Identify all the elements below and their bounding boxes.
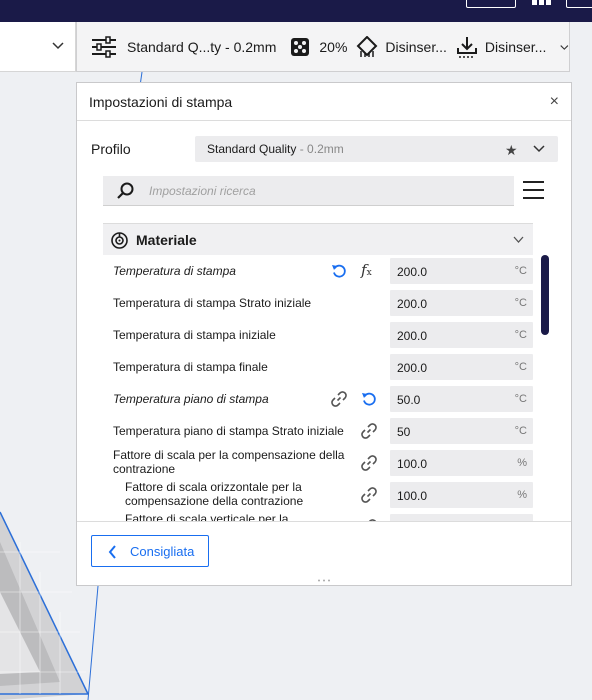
setting-field[interactable]: 200.0 °C bbox=[390, 322, 533, 348]
recommended-label: Consigliata bbox=[130, 544, 195, 559]
reset-icon[interactable] bbox=[361, 391, 377, 407]
setting-row-bed-temperature: Temperatura piano di stampa 50.0 °C bbox=[103, 383, 533, 415]
setting-row-scale-factor-shrinkage: Fattore di scala per la compensazione de… bbox=[103, 447, 533, 479]
print-settings-panel: Impostazioni di stampa × Profilo Standar… bbox=[76, 82, 572, 586]
setting-row-print-temperature: Temperatura di stampa fx 200.0 °C bbox=[103, 255, 533, 287]
setting-field[interactable]: 200.0 °C bbox=[390, 354, 533, 380]
setting-unit: °C bbox=[514, 393, 527, 405]
setting-value: 50 bbox=[397, 425, 411, 439]
chevron-left-icon bbox=[108, 545, 116, 559]
setting-row-scale-factor-z: Fattore di scala verticale per la bbox=[103, 511, 533, 521]
link-icon[interactable] bbox=[331, 391, 347, 407]
printer-selector[interactable] bbox=[0, 22, 76, 72]
setting-label: Temperatura di stampa bbox=[113, 264, 236, 278]
setting-unit: °C bbox=[514, 329, 527, 341]
marketplace-icon[interactable] bbox=[532, 0, 552, 8]
setting-unit: °C bbox=[514, 265, 527, 277]
setting-field[interactable]: 200.0 °C bbox=[390, 258, 533, 284]
setting-field[interactable]: 50.0 °C bbox=[390, 386, 533, 412]
sliders-icon bbox=[92, 35, 116, 58]
setting-label: Fattore di scala orizzontale per la comp… bbox=[125, 480, 304, 508]
setting-field[interactable]: 200.0 °C bbox=[390, 290, 533, 316]
profile-layer-height: - 0.2mm bbox=[296, 142, 344, 156]
setting-value: 200.0 bbox=[397, 297, 428, 311]
setting-value: 200.0 bbox=[397, 361, 428, 375]
close-icon[interactable]: × bbox=[550, 93, 559, 111]
setting-unit: °C bbox=[514, 361, 527, 373]
setting-row-initial-print-temperature: Temperatura di stampa iniziale 200.0 °C bbox=[103, 319, 533, 351]
setting-value: 200.0 bbox=[397, 329, 428, 343]
category-label: Materiale bbox=[136, 232, 197, 248]
profile-summary[interactable]: Standard Q...ty - 0.2mm bbox=[91, 35, 277, 58]
profile-label: Profilo bbox=[91, 141, 131, 157]
settings-list: Materiale Temperatura di stampa fx 200.0… bbox=[103, 223, 533, 521]
print-setup-selector[interactable]: Standard Q...ty - 0.2mm 20% Disinser... … bbox=[76, 22, 570, 72]
setting-unit: °C bbox=[514, 425, 527, 437]
infill-icon bbox=[291, 37, 310, 56]
setting-row-final-print-temperature: Temperatura di stampa finale 200.0 °C bbox=[103, 351, 533, 383]
setting-row-scale-factor-xy: Fattore di scala orizzontale per la comp… bbox=[103, 479, 533, 511]
profile-name: Standard Quality - 0.2mm bbox=[207, 142, 344, 156]
adhesion-summary[interactable]: Disinser... bbox=[456, 36, 546, 58]
resize-handle-icon[interactable] bbox=[317, 579, 331, 582]
setting-row-print-temperature-layer0: Temperatura di stampa Strato iniziale 20… bbox=[103, 287, 533, 319]
panel-header: Impostazioni di stampa × bbox=[77, 83, 571, 121]
material-spool-icon bbox=[111, 232, 128, 249]
adhesion-icon bbox=[456, 36, 477, 58]
chevron-down-icon[interactable] bbox=[560, 42, 569, 52]
chevron-down-icon bbox=[533, 145, 545, 153]
settings-scrollbar[interactable] bbox=[541, 255, 549, 335]
setting-label: Fattore di scala per la compensazione de… bbox=[113, 448, 345, 476]
function-icon[interactable]: fx bbox=[361, 261, 372, 279]
adhesion-value: Disinser... bbox=[484, 38, 547, 55]
search-input[interactable] bbox=[149, 181, 499, 201]
search-icon bbox=[117, 182, 134, 199]
setting-unit: °C bbox=[514, 297, 527, 309]
profile-name-text: Standard Quality bbox=[207, 142, 297, 156]
recommended-button[interactable]: Consigliata bbox=[91, 535, 209, 567]
infill-value: 20% bbox=[319, 38, 348, 55]
top-bar-button[interactable] bbox=[466, 0, 516, 8]
setting-value: 200.0 bbox=[397, 265, 428, 279]
link-icon[interactable] bbox=[361, 487, 377, 503]
support-icon bbox=[357, 35, 378, 57]
support-value: Disinser... bbox=[385, 38, 447, 55]
settings-search[interactable] bbox=[103, 176, 514, 206]
link-icon[interactable] bbox=[361, 455, 377, 471]
setting-label: Temperatura piano di stampa Strato inizi… bbox=[113, 424, 344, 438]
setting-field[interactable]: 100.0 % bbox=[390, 450, 533, 476]
setting-label: Fattore di scala verticale per la bbox=[125, 512, 289, 521]
reset-icon[interactable] bbox=[331, 263, 347, 279]
panel-title: Impostazioni di stampa bbox=[89, 94, 233, 110]
chevron-down-icon bbox=[52, 42, 64, 50]
setting-label: Temperatura di stampa iniziale bbox=[113, 328, 276, 342]
setting-label: Temperatura di stampa Strato iniziale bbox=[113, 296, 312, 310]
setting-field[interactable] bbox=[390, 514, 533, 521]
profile-summary-label: Standard Q...ty - 0.2mm bbox=[127, 38, 277, 55]
setting-row-bed-temperature-layer0: Temperatura piano di stampa Strato inizi… bbox=[103, 415, 533, 447]
setting-value: 50.0 bbox=[397, 393, 421, 407]
top-bar bbox=[0, 0, 592, 22]
setting-value: 100.0 bbox=[397, 457, 428, 471]
link-icon[interactable] bbox=[361, 423, 377, 439]
infill-summary[interactable]: 20% bbox=[290, 37, 347, 57]
top-bar-button[interactable] bbox=[566, 0, 592, 8]
footer-divider bbox=[77, 521, 571, 522]
setting-label: Temperatura di stampa finale bbox=[113, 360, 268, 374]
setting-label: Temperatura piano di stampa bbox=[113, 392, 269, 406]
chevron-down-icon bbox=[513, 236, 524, 243]
setting-value: 100.0 bbox=[397, 489, 428, 503]
star-icon[interactable]: ★ bbox=[505, 142, 518, 159]
setting-field[interactable]: 50 °C bbox=[390, 418, 533, 444]
setting-field[interactable]: 100.0 % bbox=[390, 482, 533, 508]
setting-unit: % bbox=[517, 457, 527, 469]
profile-dropdown[interactable]: Standard Quality - 0.2mm ★ bbox=[195, 136, 558, 162]
settings-visibility-menu-icon[interactable] bbox=[523, 179, 545, 201]
support-summary[interactable]: Disinser... bbox=[356, 35, 447, 58]
category-material[interactable]: Materiale bbox=[103, 223, 533, 255]
setting-unit: % bbox=[517, 489, 527, 501]
